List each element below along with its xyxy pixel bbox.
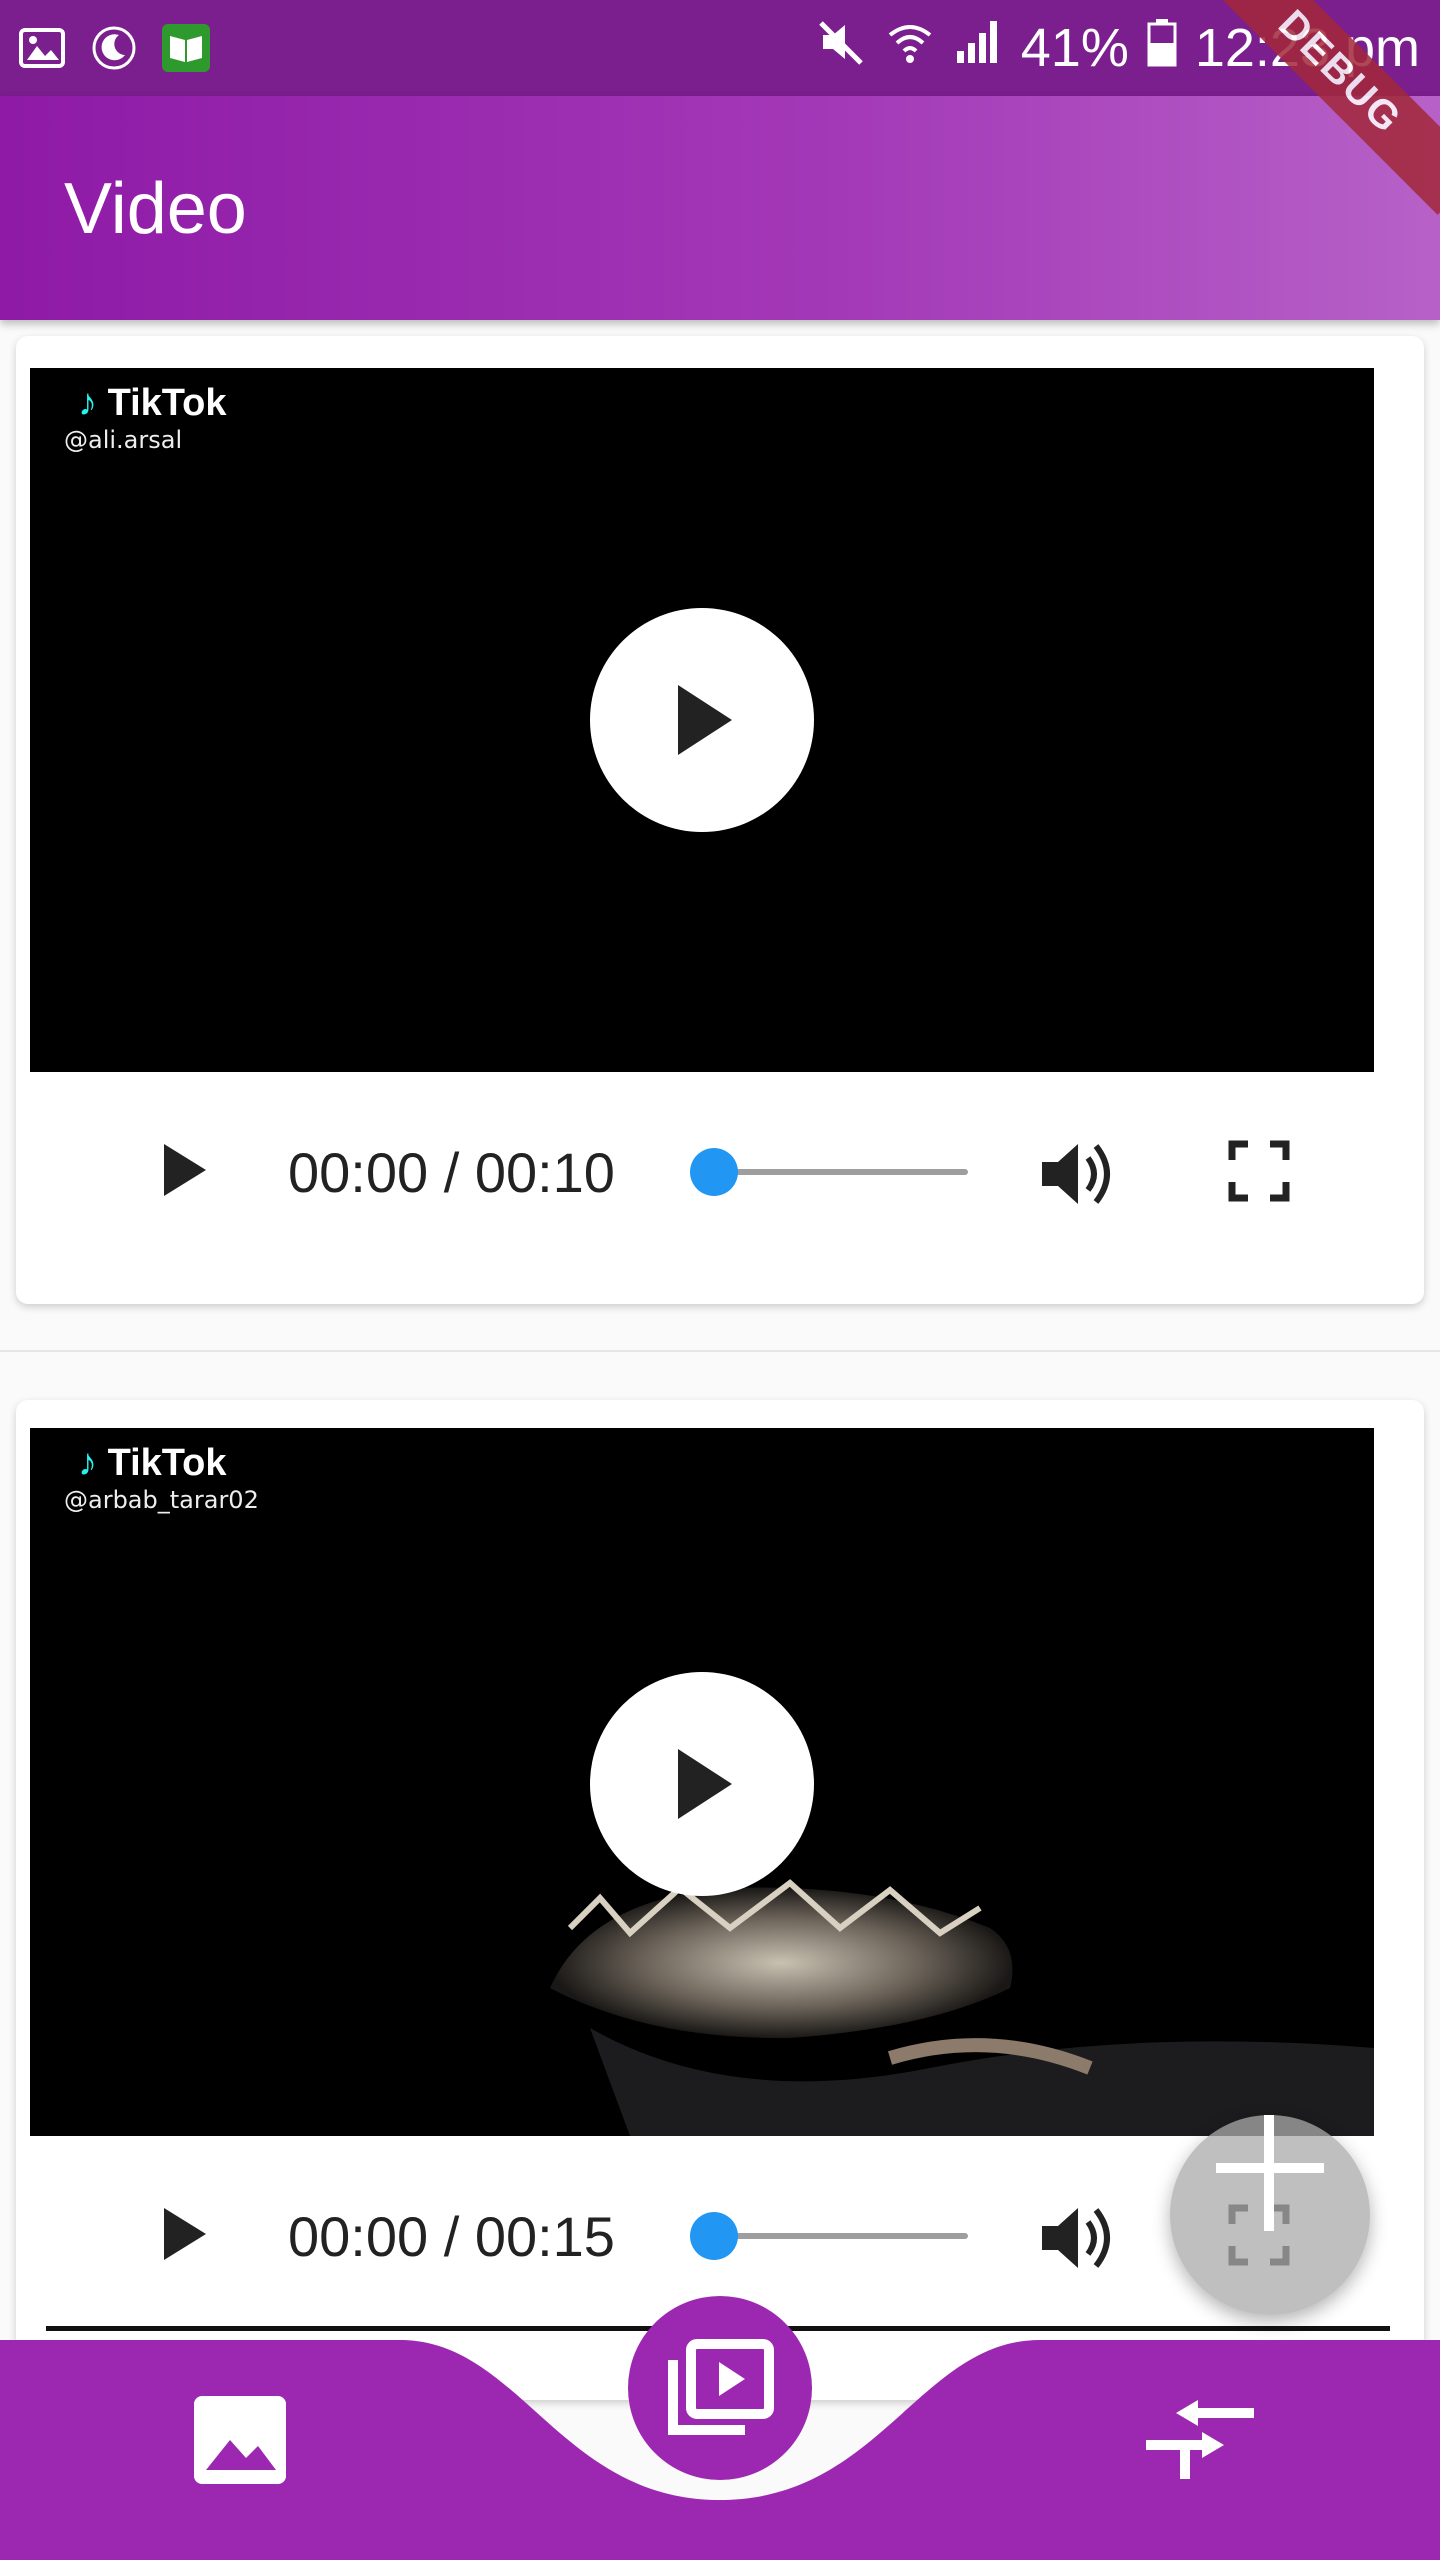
- seek-bar[interactable]: [698, 2233, 968, 2239]
- fullscreen-button[interactable]: [1226, 1138, 1292, 1204]
- play-icon: [678, 685, 732, 755]
- tiktok-logo: ♪ TikTok: [78, 1442, 227, 1484]
- video-controls: 00:00 / 00:10: [30, 1104, 1374, 1234]
- compress-icon: [1146, 2400, 1254, 2479]
- play-overlay-button[interactable]: [590, 1672, 814, 1896]
- play-icon: [164, 2208, 206, 2260]
- battery-percent: 41%: [1020, 18, 1129, 78]
- add-icon: [1216, 2115, 1324, 2231]
- status-bar: 41% 12:23 pm: [0, 0, 1440, 96]
- tiktok-logo: ♪ TikTok: [78, 382, 227, 424]
- wifi-icon: [885, 17, 935, 80]
- seek-bar[interactable]: [698, 1169, 968, 1175]
- video-player[interactable]: ♪ TikTok @ali.arsal: [30, 368, 1374, 1072]
- book-icon: [160, 22, 212, 74]
- app-bar: Video: [0, 96, 1440, 320]
- play-icon: [678, 1749, 732, 1819]
- video-username: @arbab_tarar02: [64, 1486, 259, 1514]
- add-fab-button[interactable]: [1170, 2115, 1370, 2315]
- divider: [0, 1350, 1440, 1352]
- nav-item-image[interactable]: [190, 2390, 290, 2490]
- page-title: Video: [64, 169, 247, 249]
- time-display: 00:00 / 00:10: [288, 1141, 615, 1204]
- volume-icon: [1042, 1144, 1110, 1204]
- video-player[interactable]: ♪ TikTok @arbab_tarar02: [30, 1428, 1374, 2136]
- image-icon: [194, 2396, 286, 2484]
- video-username: @ali.arsal: [64, 426, 183, 454]
- fullscreen-icon: [1228, 1140, 1290, 1202]
- play-button[interactable]: [150, 2202, 214, 2266]
- volume-icon: [1042, 2208, 1110, 2268]
- seek-handle[interactable]: [690, 1148, 738, 1196]
- gallery-icon: [16, 22, 68, 74]
- nav-item-video-library[interactable]: [628, 2296, 812, 2480]
- moon-icon: [88, 22, 140, 74]
- battery-icon: [1147, 17, 1177, 80]
- seek-handle[interactable]: [690, 2212, 738, 2260]
- volume-button[interactable]: [1038, 1134, 1118, 1214]
- play-button[interactable]: [150, 1138, 214, 1202]
- signal-icon: [953, 17, 1003, 80]
- play-overlay-button[interactable]: [590, 608, 814, 832]
- play-icon: [164, 1144, 206, 1196]
- video-library-icon: [668, 2339, 774, 2435]
- nav-item-compress[interactable]: [1140, 2400, 1260, 2490]
- volume-button[interactable]: [1038, 2198, 1118, 2278]
- mute-icon: [817, 17, 867, 80]
- time-display: 00:00 / 00:15: [288, 2205, 615, 2268]
